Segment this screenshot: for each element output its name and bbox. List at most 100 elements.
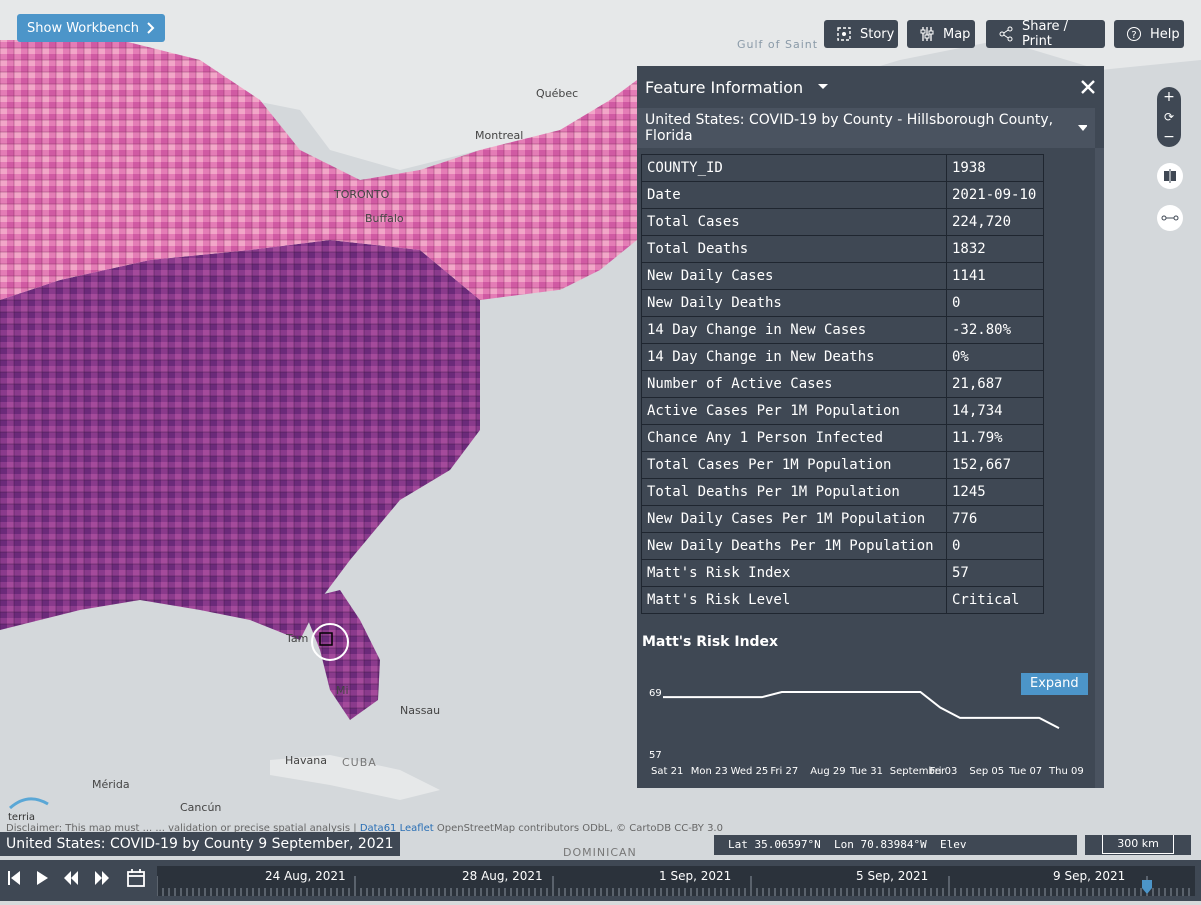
- feature-key: Total Deaths: [641, 235, 947, 263]
- skip-back-icon[interactable]: [8, 871, 20, 885]
- rewind-icon[interactable]: [64, 871, 78, 885]
- feature-key: Total Cases: [641, 208, 947, 236]
- feature-value: 224,720: [946, 208, 1044, 236]
- feature-info-panel: Feature Information United States: COVID…: [637, 66, 1104, 788]
- feature-value: 1141: [946, 262, 1044, 290]
- feature-row: New Daily Deaths 0: [641, 289, 1044, 317]
- caret-down-icon[interactable]: [817, 83, 829, 91]
- zoom-out-icon[interactable]: −: [1163, 129, 1175, 145]
- share-icon: [999, 26, 1013, 42]
- map-label-merida: Mérida: [92, 778, 130, 791]
- feature-key: New Daily Cases Per 1M Population: [641, 505, 947, 533]
- feature-row: Matt's Risk Level Critical: [641, 586, 1044, 614]
- chart-x-tick: Fri 03: [930, 766, 958, 777]
- map-label-cancun: Cancún: [180, 801, 222, 814]
- timeline-current-marker[interactable]: [1142, 880, 1152, 894]
- map-label-cuba: CUBA: [342, 756, 377, 769]
- feature-key: Matt's Risk Index: [641, 559, 947, 587]
- feature-value: 152,667: [946, 451, 1044, 479]
- chart-x-tick: Sat 21: [651, 766, 683, 777]
- map-label-dominican: DOMINICAN: [563, 846, 637, 859]
- feature-value: 14,734: [946, 397, 1044, 425]
- chart-x-tick: Sep 05: [969, 766, 1004, 777]
- location-readout: Lat 35.06597°N Lon 70.83984°W Elev: [714, 835, 1077, 855]
- fast-forward-icon[interactable]: [95, 871, 109, 885]
- feature-row: Chance Any 1 Person Infected 11.79%: [641, 424, 1044, 452]
- feature-row: Number of Active Cases 21,687: [641, 370, 1044, 398]
- feature-subtitle: United States: COVID-19 by County - Hill…: [645, 112, 1054, 144]
- feature-key: Date: [641, 181, 947, 209]
- feature-row: Total Deaths Per 1M Population 1245: [641, 478, 1044, 506]
- split-compare-icon: [1164, 169, 1176, 183]
- reset-view-icon[interactable]: ⟳: [1164, 110, 1174, 124]
- feature-key: Matt's Risk Level: [641, 586, 947, 614]
- feature-row: New Daily Cases 1141: [641, 262, 1044, 290]
- feature-row: New Daily Deaths Per 1M Population 0: [641, 532, 1044, 560]
- timeline-svg[interactable]: 24 Aug, 2021 28 Aug, 2021 1 Sep, 2021 5 Sep…: [156, 866, 1195, 896]
- feature-key: 14 Day Change in New Cases: [641, 316, 947, 344]
- map-label-gulf: Gulf of Saint: [737, 38, 819, 51]
- leaflet-link[interactable]: Leaflet: [400, 823, 434, 834]
- feature-key: 14 Day Change in New Deaths: [641, 343, 947, 371]
- chart-series-line[interactable]: [663, 691, 1060, 730]
- help-icon: ?: [1127, 27, 1141, 41]
- chart-x-tick: Aug 29: [810, 766, 845, 777]
- story-label: Story: [860, 26, 895, 42]
- calendar-icon[interactable]: [127, 869, 145, 887]
- play-icon[interactable]: [37, 871, 48, 885]
- feature-row: Total Cases 224,720: [641, 208, 1044, 236]
- help-button[interactable]: ? Help: [1114, 20, 1184, 48]
- chart-x-tick: Mon 23: [691, 766, 728, 777]
- timeline-date-label: 24 Aug, 2021: [265, 869, 346, 883]
- feature-row: 14 Day Change in New Cases -32.80%: [641, 316, 1044, 344]
- chart-title: Matt's Risk Index: [642, 634, 779, 650]
- measure-button[interactable]: [1157, 205, 1183, 231]
- feature-table: COUNTY_ID 1938 Date 2021-09-10 Total Cases 22…: [641, 154, 1044, 614]
- map-label-montreal: Montreal: [475, 129, 524, 142]
- feature-key: New Daily Deaths: [641, 289, 947, 317]
- feature-value: 0: [946, 289, 1044, 317]
- feature-row: Total Deaths 1832: [641, 235, 1044, 263]
- chart-x-tick: Thu 09: [1048, 766, 1084, 777]
- map-label-quebec: Québec: [536, 87, 579, 100]
- feature-value: 21,687: [946, 370, 1044, 398]
- map-label-tampa: Tam: [286, 632, 309, 645]
- feature-value: Critical: [946, 586, 1044, 614]
- story-button[interactable]: Story: [824, 20, 898, 48]
- show-workbench-button[interactable]: Show Workbench: [17, 14, 166, 42]
- timeline-date-label: 5 Sep, 2021: [856, 869, 928, 883]
- panel-title: Feature Information: [645, 77, 804, 97]
- feature-row: Total Cases Per 1M Population 152,667: [641, 451, 1044, 479]
- caret-down-icon: [1077, 124, 1087, 131]
- feature-value: 0: [946, 532, 1044, 560]
- zoom-in-icon[interactable]: +: [1163, 89, 1175, 105]
- elev-label: Elev: [939, 838, 967, 851]
- lat-label: Lat: [728, 838, 748, 851]
- feature-value: 776: [946, 505, 1044, 533]
- timeline-scrubber[interactable]: 24 Aug, 2021 28 Aug, 2021 1 Sep, 2021 5 Sep…: [156, 866, 1195, 896]
- feature-value: 57: [946, 559, 1044, 587]
- share-print-button[interactable]: Share / Print: [986, 19, 1105, 49]
- map-label: Map: [943, 26, 971, 42]
- chart-x-tick: Tue 07: [1008, 766, 1042, 777]
- scale-bar: 300 km: [1085, 835, 1191, 855]
- map-settings-button[interactable]: Map: [907, 20, 975, 48]
- sliders-icon: [920, 27, 934, 41]
- feature-row: Date 2021-09-10: [641, 181, 1044, 209]
- feature-key: Chance Any 1 Person Infected: [641, 424, 947, 452]
- feature-selector[interactable]: United States: COVID-19 by County - Hill…: [637, 108, 1095, 148]
- chart-y-tick: 57: [649, 750, 662, 761]
- terria-logo-text: terria: [8, 812, 36, 823]
- feature-value: 1245: [946, 478, 1044, 506]
- risk-chart: 69 57 Sat 21 Mon 23 Wed 25 Fri 27 Aug 29 Tue 31…: [649, 688, 1084, 777]
- compare-button[interactable]: [1157, 163, 1183, 189]
- feature-value: 1832: [946, 235, 1044, 263]
- close-icon[interactable]: [1080, 79, 1096, 95]
- timeline-date-label: 28 Aug, 2021: [462, 869, 543, 883]
- map-controls: + ⟳ −: [1157, 87, 1183, 231]
- timeline-caption: United States: COVID-19 by County 9 Sept…: [0, 832, 400, 856]
- feature-row: Matt's Risk Index 57: [641, 559, 1044, 587]
- attribution-osm: OpenStreetMap contributors ODbL, © Carto…: [436, 823, 723, 834]
- chevron-right-icon: [147, 22, 155, 34]
- timeline-date-label: 1 Sep, 2021: [659, 869, 731, 883]
